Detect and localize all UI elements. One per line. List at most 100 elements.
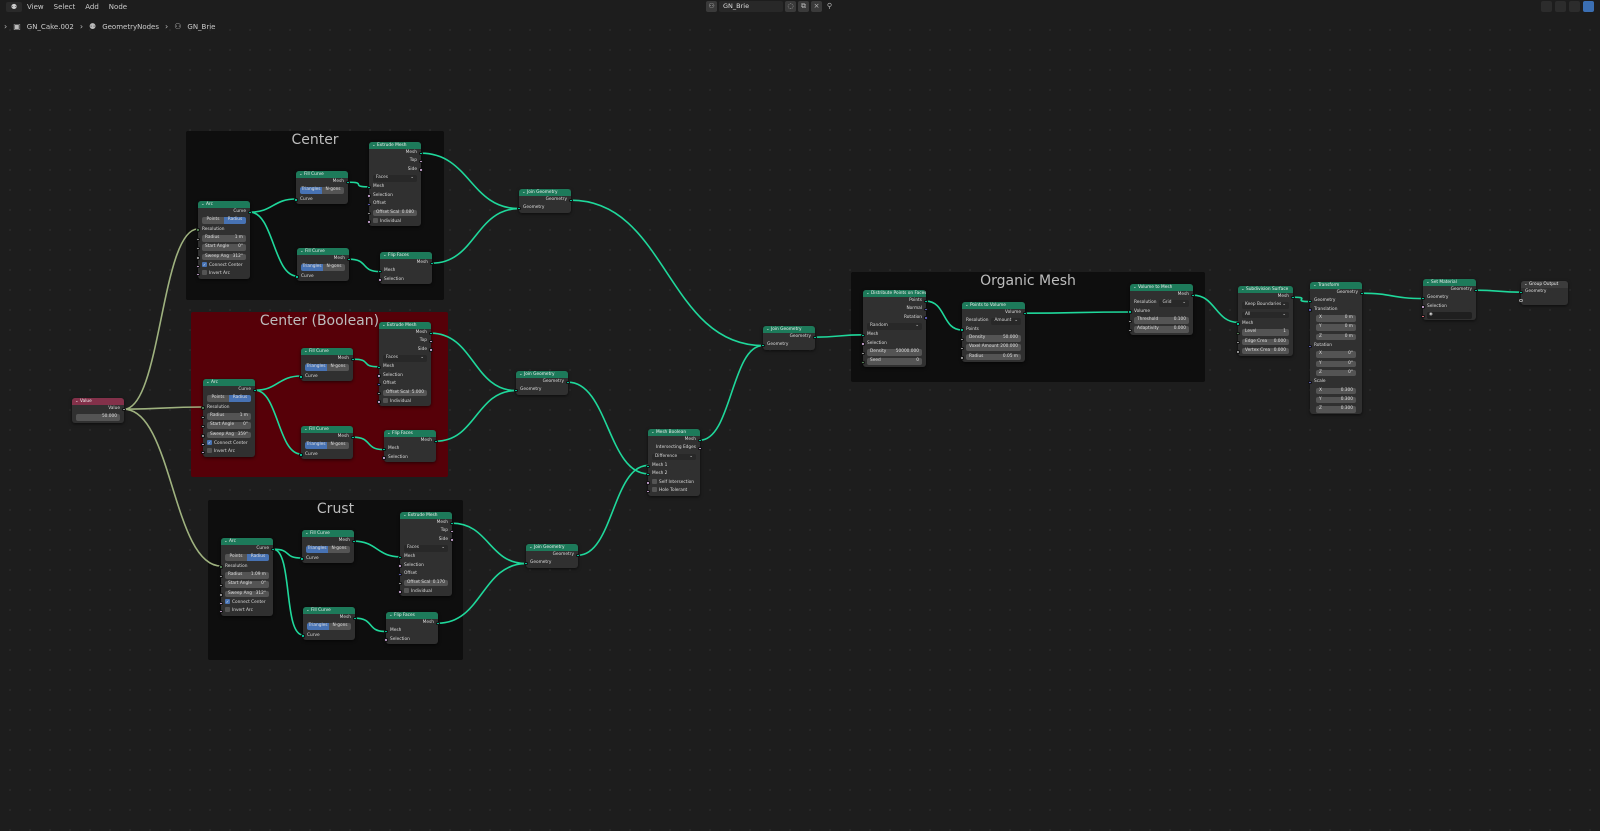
node-link[interactable]	[249, 211, 298, 277]
node-join-geometry[interactable]: ⌄ Join Geometry Geometry Geometry	[761, 326, 817, 350]
toggle-n-gons[interactable]: N-gons	[322, 187, 344, 194]
bool-socket-icon[interactable]	[450, 538, 454, 542]
node-header[interactable]: ⌄ Fill Curve	[301, 426, 353, 433]
toggle-n-gons[interactable]: N-gons	[327, 442, 349, 449]
node-header[interactable]: ⌄ Flip Faces	[386, 612, 438, 619]
x-field[interactable]: X 0°	[1316, 351, 1356, 358]
bool-socket-icon[interactable]	[196, 272, 200, 277]
node-subdivision-surface[interactable]: ⌄ Subdivision Surface Mesh Keep Boundaries…	[1236, 286, 1295, 357]
offset-scal-field[interactable]: Offset Scal 0.170	[404, 579, 448, 587]
geo-socket-icon[interactable]	[351, 435, 355, 439]
geo-socket-icon[interactable]	[299, 453, 303, 457]
node-arc[interactable]: ⌄ Arc Curve Points Radius Resolution Radius 1 …	[201, 379, 257, 457]
geo-socket-icon[interactable]	[1360, 291, 1364, 295]
int-socket-icon[interactable]	[196, 228, 200, 232]
vec-socket-icon[interactable]	[1308, 344, 1312, 348]
offset-scal-field[interactable]: Offset Scal 0.080	[373, 209, 417, 217]
offset-scal-field[interactable]: Offset Scal 5.000	[383, 389, 427, 397]
menu-node[interactable]: Node	[104, 3, 132, 11]
seed-field[interactable]: Seed 0	[867, 358, 922, 365]
vec-socket-icon[interactable]	[398, 572, 402, 577]
toggle-triangles[interactable]: Triangles	[301, 264, 323, 271]
node-extrude-mesh[interactable]: ⌄ Extrude Mesh Mesh Top Side Faces ⌄ Mesh Selec…	[377, 322, 433, 407]
node-mesh-boolean[interactable]: ⌄ Mesh Boolean Mesh Intersecting Edges Diff…	[646, 429, 702, 496]
float-socket-icon[interactable]	[1128, 328, 1132, 333]
node-join-geometry[interactable]: ⌄ Join Geometry Geometry Geometry	[524, 544, 580, 568]
radius-field[interactable]: Radius 1 m	[207, 413, 251, 420]
node-link[interactable]	[354, 617, 387, 633]
node-header[interactable]: ⌄ Arc	[203, 379, 255, 386]
geo-socket-icon[interactable]	[524, 561, 528, 566]
node-link[interactable]	[123, 228, 199, 410]
mode-dropdown[interactable]: Faces ⌄	[404, 545, 448, 552]
toggle-n-gons[interactable]: N-gons	[327, 364, 349, 371]
geo-socket-icon[interactable]	[861, 333, 865, 338]
node-header[interactable]: ⌄ Fill Curve	[296, 171, 348, 178]
bool-socket-icon[interactable]	[219, 601, 223, 605]
mode-dropdown[interactable]: Random ⌄	[867, 323, 922, 330]
geo-socket-icon[interactable]	[434, 439, 438, 443]
node-link[interactable]	[570, 199, 764, 347]
node-header[interactable]: ⌄ Points to Volume	[962, 302, 1025, 309]
node-value[interactable]: ⌄ Value Value 50.000	[72, 398, 126, 423]
geo-socket-icon[interactable]	[646, 464, 650, 468]
geo-socket-icon[interactable]	[377, 365, 381, 370]
node-header[interactable]: ⌄ Mesh Boolean	[648, 429, 700, 436]
snap-icon[interactable]	[1569, 1, 1580, 12]
geo-socket-icon[interactable]	[960, 328, 964, 332]
node-extrude-mesh[interactable]: ⌄ Extrude Mesh Mesh Top Side Faces ⌄ Mesh Selec…	[398, 512, 454, 597]
node-header[interactable]: ⌄ Set Material	[1423, 279, 1476, 286]
float-socket-icon[interactable]	[196, 237, 200, 241]
node-link[interactable]	[254, 375, 302, 391]
geo-socket-icon[interactable]	[294, 198, 298, 202]
checkbox[interactable]	[373, 217, 378, 223]
empty-socket-icon[interactable]	[1519, 298, 1523, 303]
geo-socket-icon[interactable]	[566, 380, 570, 384]
int-socket-icon[interactable]	[201, 406, 205, 410]
bool-socket-icon[interactable]	[1421, 305, 1425, 309]
float-socket-icon[interactable]	[122, 407, 126, 411]
duplicate-icon[interactable]: ⧉	[798, 1, 809, 12]
float-socket-icon[interactable]	[398, 582, 402, 586]
geo-socket-icon[interactable]	[1191, 293, 1195, 297]
node-header[interactable]: ⌄ Group Output	[1521, 281, 1568, 288]
vertex-crea-field[interactable]: Vertex Crea 0.000	[1242, 347, 1289, 355]
checkbox[interactable]: ✓	[225, 599, 230, 605]
sweep-ang-field[interactable]: Sweep Ang 312°	[225, 590, 269, 598]
geo-socket-icon[interactable]	[248, 210, 252, 214]
toggle-n-gons[interactable]: N-gons	[329, 623, 351, 630]
radius-field[interactable]: Radius 1.09 m	[225, 572, 269, 579]
node-volume-to-mesh[interactable]: ⌄ Volume to Mesh Mesh Resolution Grid ⌄ Volum…	[1128, 284, 1195, 335]
toggle-triangles[interactable]: Triangles	[305, 364, 327, 371]
node-flip-faces[interactable]: ⌄ Flip Faces Mesh Mesh Selection	[382, 430, 438, 463]
geo-socket-icon[interactable]	[761, 343, 765, 348]
node-editor-canvas[interactable]: Center Center (Boolean) Organic Mesh Crust ⌄…	[0, 0, 1600, 831]
vec-socket-icon[interactable]	[924, 316, 928, 320]
node-join-geometry[interactable]: ⌄ Join Geometry Geometry Geometry	[514, 371, 570, 395]
float-socket-icon[interactable]	[219, 593, 223, 597]
toggle-triangles[interactable]: Triangles	[300, 187, 322, 194]
z-field[interactable]: Z 0 m	[1316, 333, 1356, 341]
node-header[interactable]: ⌄ Fill Curve	[303, 607, 355, 614]
geo-socket-icon[interactable]	[813, 335, 817, 339]
float-socket-icon[interactable]	[1128, 319, 1132, 323]
node-fill-curve[interactable]: ⌄ Fill Curve Mesh Triangles N-gons Curve	[299, 426, 355, 460]
geo-socket-icon[interactable]	[295, 275, 299, 279]
checkbox[interactable]: ✓	[207, 440, 212, 446]
vec-socket-icon[interactable]	[1308, 308, 1312, 312]
float-socket-icon[interactable]	[196, 256, 200, 260]
density-field[interactable]: Density 50000.000	[867, 349, 922, 356]
radius-field[interactable]: Radius 1 m	[202, 235, 246, 242]
bool-socket-icon[interactable]	[201, 450, 205, 455]
node-link[interactable]	[352, 436, 385, 451]
node-link[interactable]	[352, 358, 380, 368]
bool-socket-icon[interactable]	[398, 590, 402, 594]
adaptivity-field[interactable]: Adaptivity 0.000	[1134, 326, 1189, 333]
toggle-triangles[interactable]: Triangles	[306, 546, 328, 553]
node-link[interactable]	[254, 389, 302, 455]
float-socket-icon[interactable]	[367, 212, 371, 216]
resolution-dropdown[interactable]: Grid ⌄	[1159, 300, 1189, 307]
mode-dropdown[interactable]: Faces ⌄	[383, 355, 427, 362]
node-header[interactable]: ⌄ Flip Faces	[384, 430, 436, 437]
y-field[interactable]: Y 0 m	[1316, 324, 1356, 331]
